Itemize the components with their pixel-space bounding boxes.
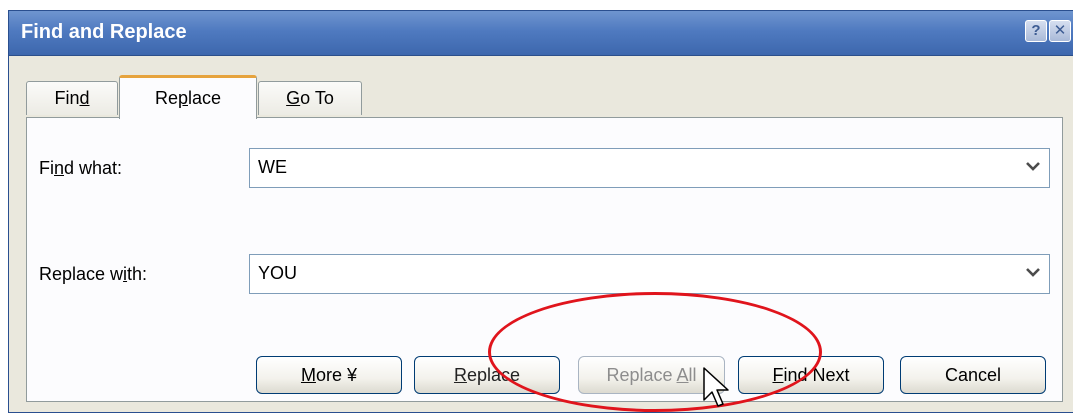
- find-next-button[interactable]: Find Next: [738, 356, 884, 394]
- replace-with-label: Replace with:: [39, 264, 148, 284]
- dialog-title: Find and Replace: [21, 21, 187, 43]
- title-bar: Find and Replace ? ✕: [9, 11, 1073, 56]
- tab-go-to[interactable]: Go To: [258, 81, 362, 115]
- replace-button[interactable]: Replace: [414, 356, 560, 394]
- find-what-label: Find what:: [39, 158, 123, 178]
- replace-with-value[interactable]: YOU: [258, 263, 297, 284]
- chevron-down-icon[interactable]: [1023, 263, 1043, 285]
- more-button[interactable]: More ¥: [256, 356, 402, 394]
- mouse-pointer-icon: [703, 367, 729, 407]
- double-chevron-down-icon: ¥: [347, 365, 358, 385]
- chevron-down-icon[interactable]: [1023, 157, 1043, 179]
- find-what-value[interactable]: WE: [258, 157, 287, 178]
- replace-with-combobox[interactable]: YOU: [249, 254, 1050, 294]
- cancel-button[interactable]: Cancel: [900, 356, 1046, 394]
- help-button[interactable]: ?: [1025, 20, 1047, 42]
- find-what-combobox[interactable]: WE: [249, 148, 1050, 188]
- tab-find[interactable]: Find: [26, 81, 118, 115]
- close-button[interactable]: ✕: [1049, 20, 1071, 42]
- replace-tab-panel: Find what: WE Replace with: YOU More ¥ R…: [26, 117, 1063, 402]
- find-replace-dialog: Find and Replace ? ✕ Find Replace Go To …: [8, 10, 1073, 413]
- tab-replace[interactable]: Replace: [119, 75, 257, 119]
